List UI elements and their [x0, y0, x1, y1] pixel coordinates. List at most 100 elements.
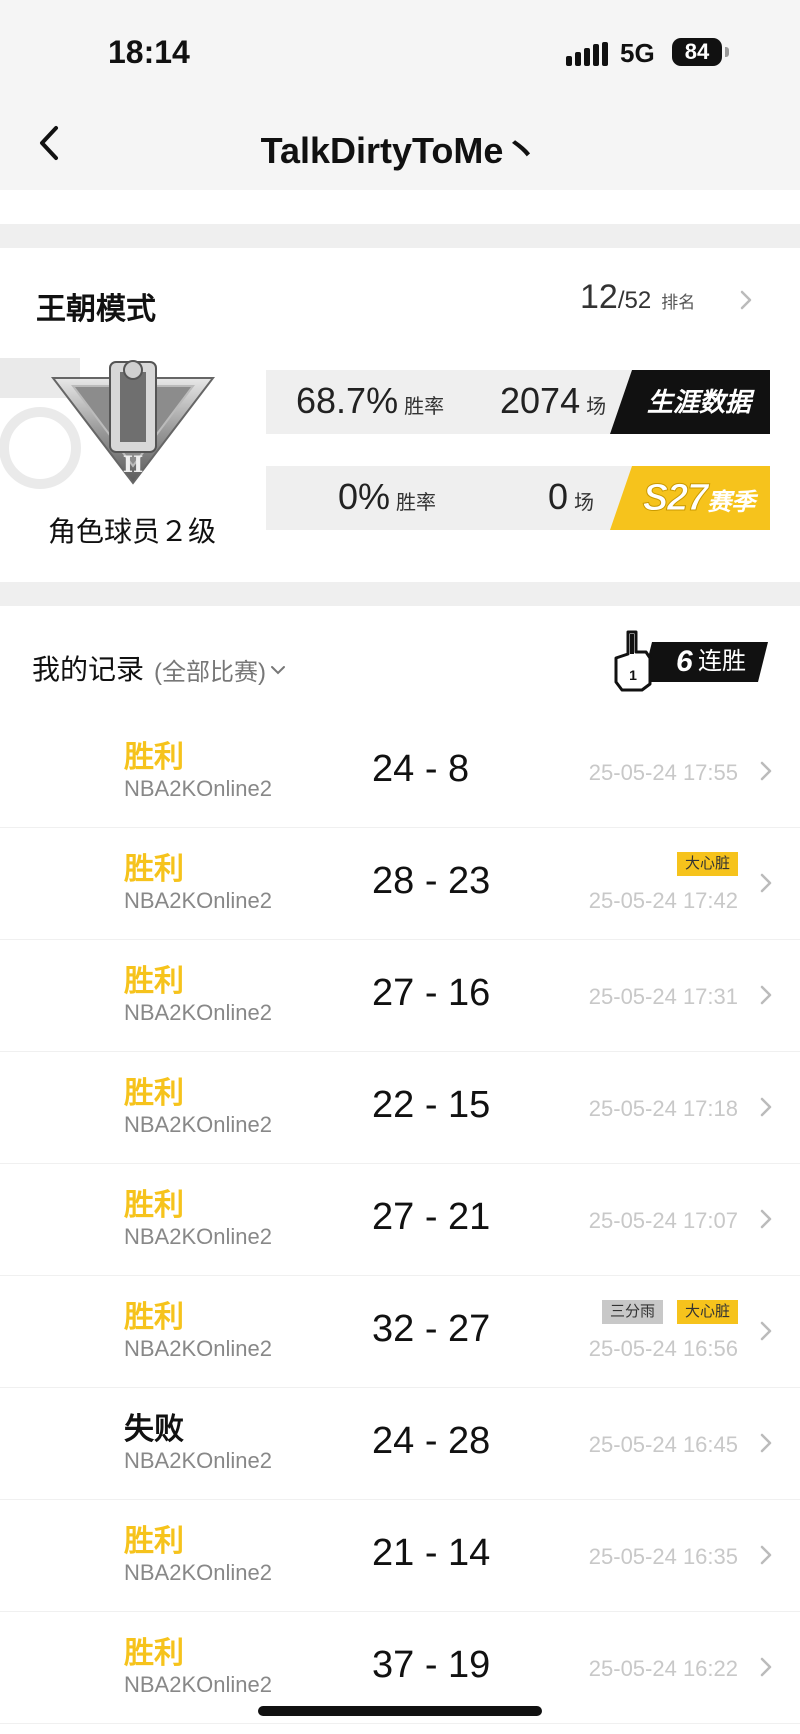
season-button[interactable]: S27赛季: [610, 466, 770, 530]
match-game: NBA2KOnline2: [124, 1336, 272, 1361]
match-score: 22 - 15: [372, 1084, 491, 1126]
match-time: 25-05-24 16:35: [588, 1544, 738, 1569]
dynasty-card: 王朝模式 12 /52 排名 II 角色球员２级 68.7% 胜率 2074 场…: [0, 248, 800, 582]
foam-finger-icon: 1: [614, 630, 652, 692]
match-result: 胜利: [124, 741, 184, 774]
match-time: 25-05-24 17:42: [588, 888, 738, 913]
dynasty-title: 王朝模式: [36, 293, 156, 326]
chevron-right-icon: [760, 1545, 772, 1565]
match-time: 25-05-24 17:55: [588, 760, 738, 785]
chevron-right-icon: [760, 1209, 772, 1229]
match-game: NBA2KOnline2: [124, 1112, 272, 1137]
career-win-rate: 68.7%: [296, 380, 399, 421]
season-games: 0: [548, 476, 569, 517]
battery-level: 84: [684, 39, 710, 64]
chevron-right-icon: [760, 985, 772, 1005]
season-code: S27: [642, 477, 709, 520]
match-time: 25-05-24 16:56: [588, 1336, 738, 1361]
match-game: NBA2KOnline2: [124, 1448, 272, 1473]
match-tag: 三分雨: [601, 1300, 663, 1324]
match-score: 24 - 8: [372, 748, 470, 790]
rank-label: 排名: [661, 293, 696, 312]
match-time: 25-05-24 16:22: [588, 1656, 738, 1681]
page-title: TalkDirtyToMe丶: [260, 130, 540, 171]
rank-position: 12: [580, 278, 618, 316]
network-type: 5G: [620, 38, 655, 68]
signal-icon: [566, 42, 608, 66]
match-tag: 大心脏: [676, 852, 738, 876]
career-games: 2074: [500, 380, 581, 421]
match-result: 胜利: [124, 1077, 184, 1110]
match-time: 25-05-24 17:31: [588, 984, 738, 1009]
match-score: 27 - 16: [372, 972, 491, 1014]
match-result: 胜利: [124, 965, 184, 998]
match-row[interactable]: 胜利 NBA2KOnline2 21 - 14 25-05-24 16:35: [0, 1500, 800, 1612]
match-row[interactable]: 胜利 NBA2KOnline2 22 - 15 25-05-24 17:18: [0, 1052, 800, 1164]
section-divider: [0, 224, 800, 248]
records-filter-dropdown[interactable]: (全部比赛): [154, 652, 286, 687]
chevron-right-icon: [760, 1321, 772, 1341]
battery-icon: 84: [672, 38, 729, 66]
season-stats-row: 0% 胜率 0场 S27赛季: [266, 466, 770, 530]
role-level-label: 角色球员２级: [47, 516, 216, 547]
match-time: 25-05-24 17:18: [588, 1096, 738, 1121]
season-label: 赛季: [707, 489, 756, 516]
svg-text:1: 1: [629, 667, 637, 683]
match-tags: 三分雨 大心脏: [601, 1300, 738, 1324]
career-data-button[interactable]: 生涯数据: [610, 370, 770, 434]
season-win-rate-group: 0% 胜率: [338, 476, 436, 518]
match-row[interactable]: 胜利 NBA2KOnline2 28 - 23 大心脏 25-05-24 17:42: [0, 828, 800, 940]
season-games-group: 0场: [548, 476, 594, 518]
match-time: 25-05-24 16:45: [588, 1432, 738, 1457]
match-row[interactable]: 胜利 NBA2KOnline2 27 - 21 25-05-24 17:07: [0, 1164, 800, 1276]
career-win-rate-group: 68.7% 胜率: [296, 380, 444, 422]
match-list: 胜利 NBA2KOnline2 24 - 8 25-05-24 17:55 胜利 NBA2…: [0, 716, 800, 1724]
career-stats-row: 68.7% 胜率 2074 场 生涯数据: [266, 370, 770, 434]
match-game: NBA2KOnline2: [124, 1672, 272, 1697]
home-indicator: [258, 1706, 542, 1716]
records-header: 我的记录 (全部比赛) 1 6 连胜: [0, 606, 800, 716]
chevron-right-icon: [760, 1097, 772, 1117]
status-bar: 18:14 5G 84: [0, 0, 800, 100]
career-win-rate-label: 胜率: [404, 396, 445, 418]
match-score: 37 - 19: [372, 1644, 491, 1686]
season-games-label: 场: [574, 492, 595, 514]
records-filter-label: (全部比赛): [154, 659, 266, 686]
match-result: 胜利: [124, 1189, 184, 1222]
match-row[interactable]: 胜利 NBA2KOnline2 24 - 8 25-05-24 17:55: [0, 716, 800, 828]
match-time: 25-05-24 17:07: [588, 1208, 738, 1233]
match-result: 胜利: [124, 1525, 184, 1558]
chevron-right-icon: [760, 1657, 772, 1677]
section-divider: [0, 582, 800, 606]
chevron-right-icon: [760, 761, 772, 781]
streak-label: 连胜: [698, 648, 746, 675]
rank-emblem-icon: II: [50, 360, 216, 485]
match-score: 21 - 14: [372, 1532, 491, 1574]
match-game: NBA2KOnline2: [124, 1224, 272, 1249]
match-game: NBA2KOnline2: [124, 776, 272, 801]
rank-link[interactable]: 12 /52 排名: [580, 278, 695, 322]
match-score: 27 - 21: [372, 1196, 491, 1238]
match-result: 失败: [124, 1413, 184, 1446]
match-tags: 大心脏: [676, 852, 738, 876]
status-time: 18:14: [108, 34, 190, 70]
match-score: 32 - 27: [372, 1308, 491, 1350]
match-result: 胜利: [124, 1637, 184, 1670]
match-result: 胜利: [124, 853, 184, 886]
match-row[interactable]: 胜利 NBA2KOnline2 32 - 27 三分雨 大心脏 25-05-24 16:5…: [0, 1276, 800, 1388]
career-games-label: 场: [586, 396, 607, 418]
nav-bar: TalkDirtyToMe丶: [0, 100, 800, 190]
rank-total: /52: [617, 287, 652, 314]
match-row[interactable]: 失败 NBA2KOnline2 24 - 28 25-05-24 16:45: [0, 1388, 800, 1500]
chevron-down-icon: [270, 666, 285, 675]
match-game: NBA2KOnline2: [124, 1560, 272, 1585]
chevron-right-icon[interactable]: [736, 286, 756, 314]
match-game: NBA2KOnline2: [124, 1000, 272, 1025]
season-win-rate-label: 胜率: [396, 492, 437, 514]
chevron-right-icon: [760, 1433, 772, 1453]
match-score: 28 - 23: [372, 860, 491, 902]
match-row[interactable]: 胜利 NBA2KOnline2 27 - 16 25-05-24 17:31: [0, 940, 800, 1052]
match-score: 24 - 28: [372, 1420, 491, 1462]
chevron-right-icon: [760, 873, 772, 893]
season-win-rate: 0%: [338, 476, 391, 517]
